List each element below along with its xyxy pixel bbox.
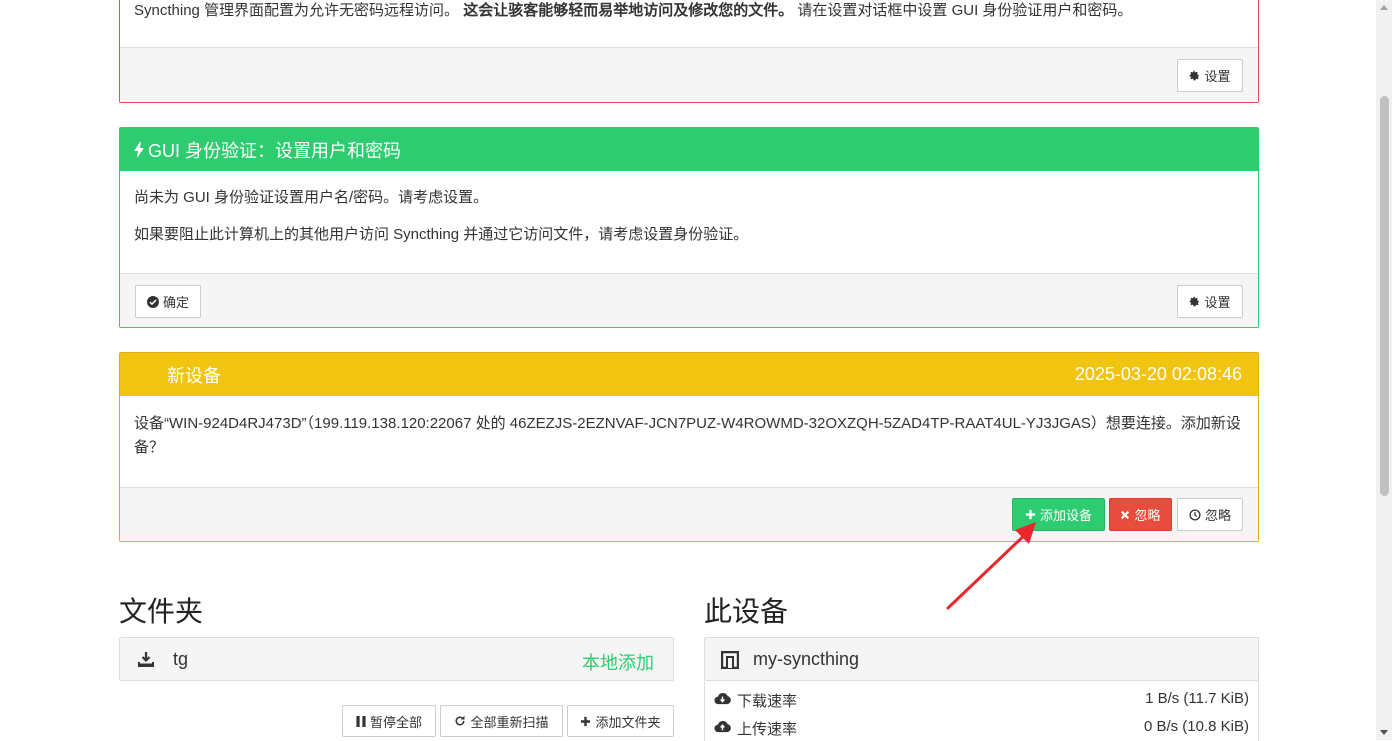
gui-auth-panel: GUI 身份验证：设置用户和密码 尚未为 GUI 身份验证设置用户名/密码。请考…: [119, 127, 1259, 328]
warning-text-bold: 这会让骇客能够轻而易举地访问及修改您的文件。: [463, 2, 794, 19]
new-device-title: 新设备: [167, 365, 221, 386]
gui-auth-line2: 如果要阻止此计算机上的其他用户访问 Syncthing 并通过它访问文件，请考虑…: [134, 226, 749, 243]
gui-auth-body: 尚未为 GUI 身份验证设置用户名/密码。请考虑设置。 如果要阻止此计算机上的其…: [120, 171, 1258, 245]
warning-text-part2: 请在设置对话框中设置 GUI 身份验证用户和密码。: [797, 2, 1133, 19]
qrcode-icon: [721, 651, 739, 669]
pause-all-button[interactable]: 暂停全部: [342, 705, 436, 737]
auth-settings-button[interactable]: 设置: [1177, 285, 1243, 318]
settings-button-label: 设置: [1204, 69, 1231, 84]
this-device-header[interactable]: my-syncthing: [704, 637, 1259, 681]
download-rate-value: 1 B/s (11.7 KiB): [1145, 690, 1249, 707]
this-device-stats: 下载速率 1 B/s (11.7 KiB) 上传速率 0 B/s (10.8 K…: [704, 681, 1259, 741]
warning-message: Syncthing 管理界面配置为允许无密码远程访问。 这会让骇客能够轻而易举地…: [120, 0, 1258, 21]
ignore-device-label: 忽略: [1134, 508, 1161, 523]
clock-icon: [1189, 508, 1201, 521]
ignore-later-button[interactable]: 忽略: [1177, 498, 1243, 531]
check-circle-icon: [146, 295, 159, 308]
new-device-message: 设备“WIN-924D4RJ473D”（199.119.138.120:2206…: [134, 415, 1241, 456]
vertical-scrollbar[interactable]: [1376, 0, 1392, 740]
new-device-panel: 新设备 2025-03-20 02:08:46 设备“WIN-924D4RJ47…: [119, 352, 1259, 542]
folder-status: 本地添加: [582, 653, 654, 673]
folder-name: tg: [173, 649, 189, 669]
download-icon: [138, 652, 154, 667]
new-device-heading: 新设备 2025-03-20 02:08:46: [120, 353, 1258, 396]
gear-icon: [1190, 70, 1200, 81]
gui-auth-title: GUI 身份验证：设置用户和密码: [148, 140, 402, 161]
add-device-button[interactable]: 添加设备: [1012, 498, 1105, 531]
times-icon: [1121, 510, 1130, 519]
rescan-all-label: 全部重新扫描: [470, 714, 549, 730]
add-device-label: 添加设备: [1039, 508, 1092, 523]
this-device-heading: 此设备: [704, 596, 789, 627]
scroll-thumb[interactable]: [1380, 96, 1389, 496]
plus-icon: [1025, 509, 1036, 520]
add-folder-button[interactable]: 添加文件夹: [567, 705, 674, 737]
scroll-up-arrow[interactable]: [1380, 5, 1388, 10]
scroll-down-arrow[interactable]: [1380, 730, 1388, 735]
remote-access-warning-panel: Syncthing 管理界面配置为允许无密码远程访问。 这会让骇客能够轻而易举地…: [119, 0, 1259, 103]
ok-button-label: 确定: [162, 295, 189, 310]
download-rate-row: 下载速率 1 B/s (11.7 KiB): [705, 687, 1258, 713]
rescan-all-button[interactable]: 全部重新扫描: [440, 705, 563, 737]
folder-item[interactable]: tg 本地添加: [119, 637, 674, 681]
download-rate-label: 下载速率: [737, 693, 798, 710]
cloud-upload-icon: [714, 720, 731, 733]
warning-text-part1: Syncthing 管理界面配置为允许无密码远程访问。: [134, 2, 460, 19]
bolt-icon: [134, 141, 144, 158]
auth-settings-button-label: 设置: [1204, 295, 1231, 310]
settings-button[interactable]: 设置: [1177, 59, 1243, 92]
gui-auth-footer: 确定 设置: [120, 273, 1258, 327]
gui-auth-line1: 尚未为 GUI 身份验证设置用户名/密码。请考虑设置。: [134, 189, 489, 206]
refresh-icon: [456, 715, 465, 726]
ignore-later-label: 忽略: [1204, 508, 1231, 523]
cloud-download-icon: [714, 692, 731, 705]
folders-heading: 文件夹: [119, 596, 204, 627]
upload-rate-value: 0 B/s (10.8 KiB): [1143, 718, 1249, 735]
ok-button[interactable]: 确定: [135, 285, 201, 318]
pause-all-label: 暂停全部: [369, 714, 422, 730]
pause-icon: [356, 715, 366, 727]
this-device-name: my-syncthing: [753, 649, 860, 669]
new-device-timestamp: 2025-03-20 02:08:46: [1074, 364, 1242, 384]
gear-icon: [1190, 296, 1200, 307]
ignore-device-button[interactable]: 忽略: [1109, 498, 1172, 531]
plus-icon: [581, 716, 591, 726]
gui-auth-panel-heading: GUI 身份验证：设置用户和密码: [120, 128, 1258, 171]
upload-rate-label: 上传速率: [737, 721, 798, 738]
new-device-footer: 添加设备 忽略 忽略: [120, 487, 1258, 541]
warning-panel-footer: 设置: [120, 47, 1258, 102]
add-folder-label: 添加文件夹: [595, 714, 661, 730]
upload-rate-row: 上传速率 0 B/s (10.8 KiB): [705, 715, 1258, 741]
